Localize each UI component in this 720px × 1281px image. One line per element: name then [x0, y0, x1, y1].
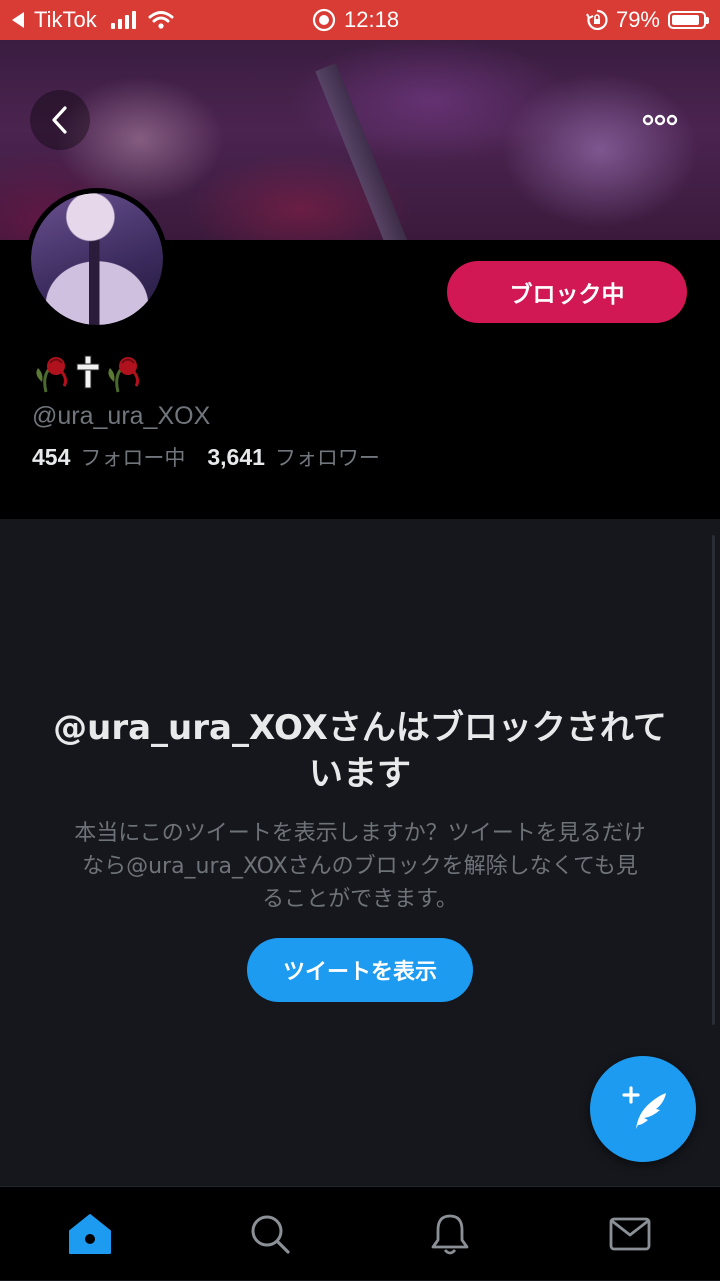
follow-stats: 454 フォロー中 3,641 フォロワー	[32, 442, 380, 472]
battery-percent: 79%	[615, 7, 660, 32]
nav-home[interactable]	[45, 1187, 135, 1281]
back-app-label[interactable]: TikTok	[34, 7, 97, 33]
bottom-navigation	[0, 1186, 720, 1280]
battery-icon	[668, 11, 709, 29]
username: @ura_ura_XOX	[32, 402, 211, 430]
compose-tweet-icon	[622, 1086, 666, 1129]
mail-icon	[609, 1217, 651, 1251]
avatar[interactable]	[26, 188, 168, 330]
followers-count[interactable]: 3,641	[207, 444, 265, 471]
status-bar: TikTok 12:18 79%	[0, 0, 720, 40]
back-button[interactable]	[30, 90, 90, 150]
nav-notifications[interactable]	[405, 1187, 495, 1281]
status-time: 12:18	[344, 7, 400, 32]
blocked-description: 本当にこのツイートを表示しますか？ツイートを見るだけなら@ura_ura_XOX…	[74, 821, 646, 912]
more-horizontal-icon	[642, 114, 678, 126]
scrollbar[interactable]	[712, 535, 715, 1025]
cellular-signal-icon	[110, 11, 136, 29]
blocked-title: @ura_ura_XOXさんはブロックされています	[53, 708, 667, 794]
screen-recording-icon	[312, 8, 336, 32]
cross-icon	[76, 355, 100, 389]
bell-icon	[431, 1214, 469, 1255]
following-count[interactable]: 454	[32, 444, 70, 471]
back-to-app-icon[interactable]	[10, 11, 26, 29]
show-tweets-button[interactable]: ツイートを表示	[247, 938, 473, 1002]
blocked-toggle-button[interactable]: ブロック中	[447, 261, 687, 323]
orientation-lock-icon	[586, 9, 608, 31]
wilted-rose-icon	[36, 357, 68, 393]
banner-image-detail	[315, 63, 411, 240]
nav-search[interactable]	[225, 1187, 315, 1281]
home-icon	[69, 1214, 111, 1254]
search-icon	[251, 1215, 290, 1254]
wilted-rose-icon	[108, 357, 140, 393]
compose-tweet-button[interactable]	[590, 1056, 696, 1162]
following-label[interactable]: フォロー中	[80, 442, 185, 472]
nav-messages[interactable]	[585, 1187, 675, 1281]
wifi-icon	[148, 11, 174, 29]
more-options-button[interactable]	[630, 92, 690, 148]
followers-label[interactable]: フォロワー	[275, 442, 380, 472]
display-name	[32, 348, 144, 396]
chevron-left-icon	[52, 106, 67, 134]
